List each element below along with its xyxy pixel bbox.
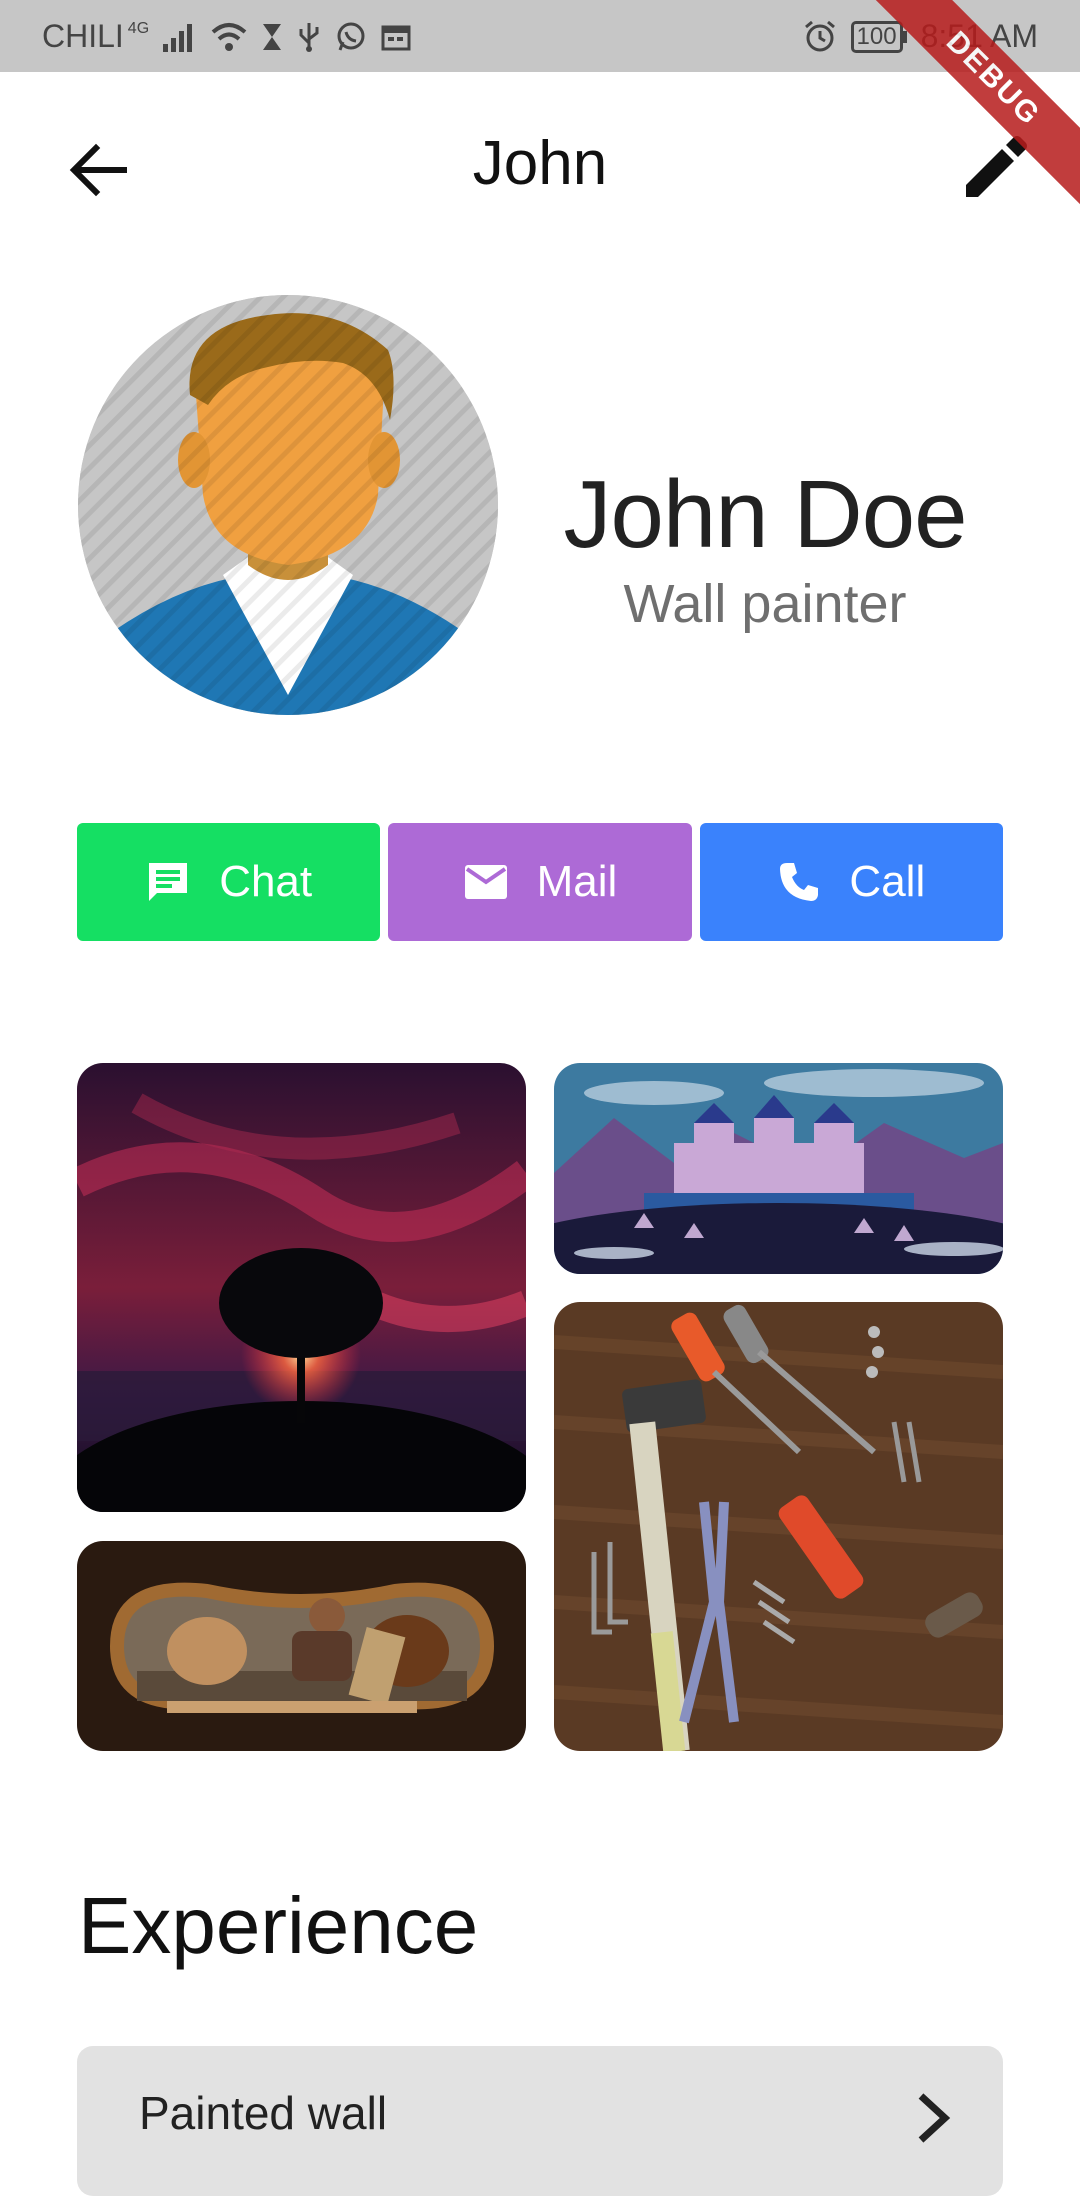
gallery-image-castle[interactable]	[554, 1063, 1003, 1274]
battery-level: 100	[850, 20, 903, 53]
call-button-label: Call	[849, 857, 926, 906]
experience-item[interactable]: Painted wall	[77, 2046, 1003, 2196]
app-bar: John	[0, 72, 1080, 264]
page-title: John	[472, 129, 608, 198]
avatar	[78, 295, 498, 715]
profile-role: Wall painter	[623, 574, 907, 634]
pencil-icon	[966, 136, 1027, 197]
chat-button-label: Chat	[219, 857, 313, 906]
chat-icon	[149, 863, 188, 901]
mail-button-label: Mail	[536, 857, 618, 906]
chevron-right-icon	[918, 2093, 951, 2143]
hourglass-icon	[261, 22, 283, 52]
wifi-icon	[211, 22, 247, 52]
calendar-icon	[381, 23, 411, 51]
action-buttons: Chat Mail Call	[77, 823, 1003, 941]
battery-tip	[902, 30, 907, 43]
gallery-image-tree-sunset[interactable]	[77, 1063, 526, 1512]
mail-icon	[464, 865, 507, 899]
status-bar-left: CHILI 4G	[42, 18, 411, 55]
chat-button[interactable]: Chat	[77, 823, 381, 941]
signal-icon	[163, 22, 197, 52]
gallery-image-luthier[interactable]	[77, 1541, 526, 1751]
gallery-image-tools[interactable]	[554, 1302, 1003, 1751]
profile-name: John Doe	[563, 461, 968, 568]
phone-icon	[780, 863, 819, 901]
whatsapp-icon	[335, 21, 367, 53]
network-type-label: 4G	[127, 19, 150, 37]
experience-item-label: Painted wall	[139, 2087, 388, 2139]
mail-button[interactable]: Mail	[388, 823, 692, 941]
carrier-label: CHILI	[42, 18, 124, 54]
usb-icon	[297, 21, 321, 53]
call-button[interactable]: Call	[699, 823, 1003, 941]
alarm-icon	[803, 20, 837, 54]
experience-title: Experience	[78, 1881, 479, 1970]
battery-indicator: 100	[850, 20, 907, 53]
